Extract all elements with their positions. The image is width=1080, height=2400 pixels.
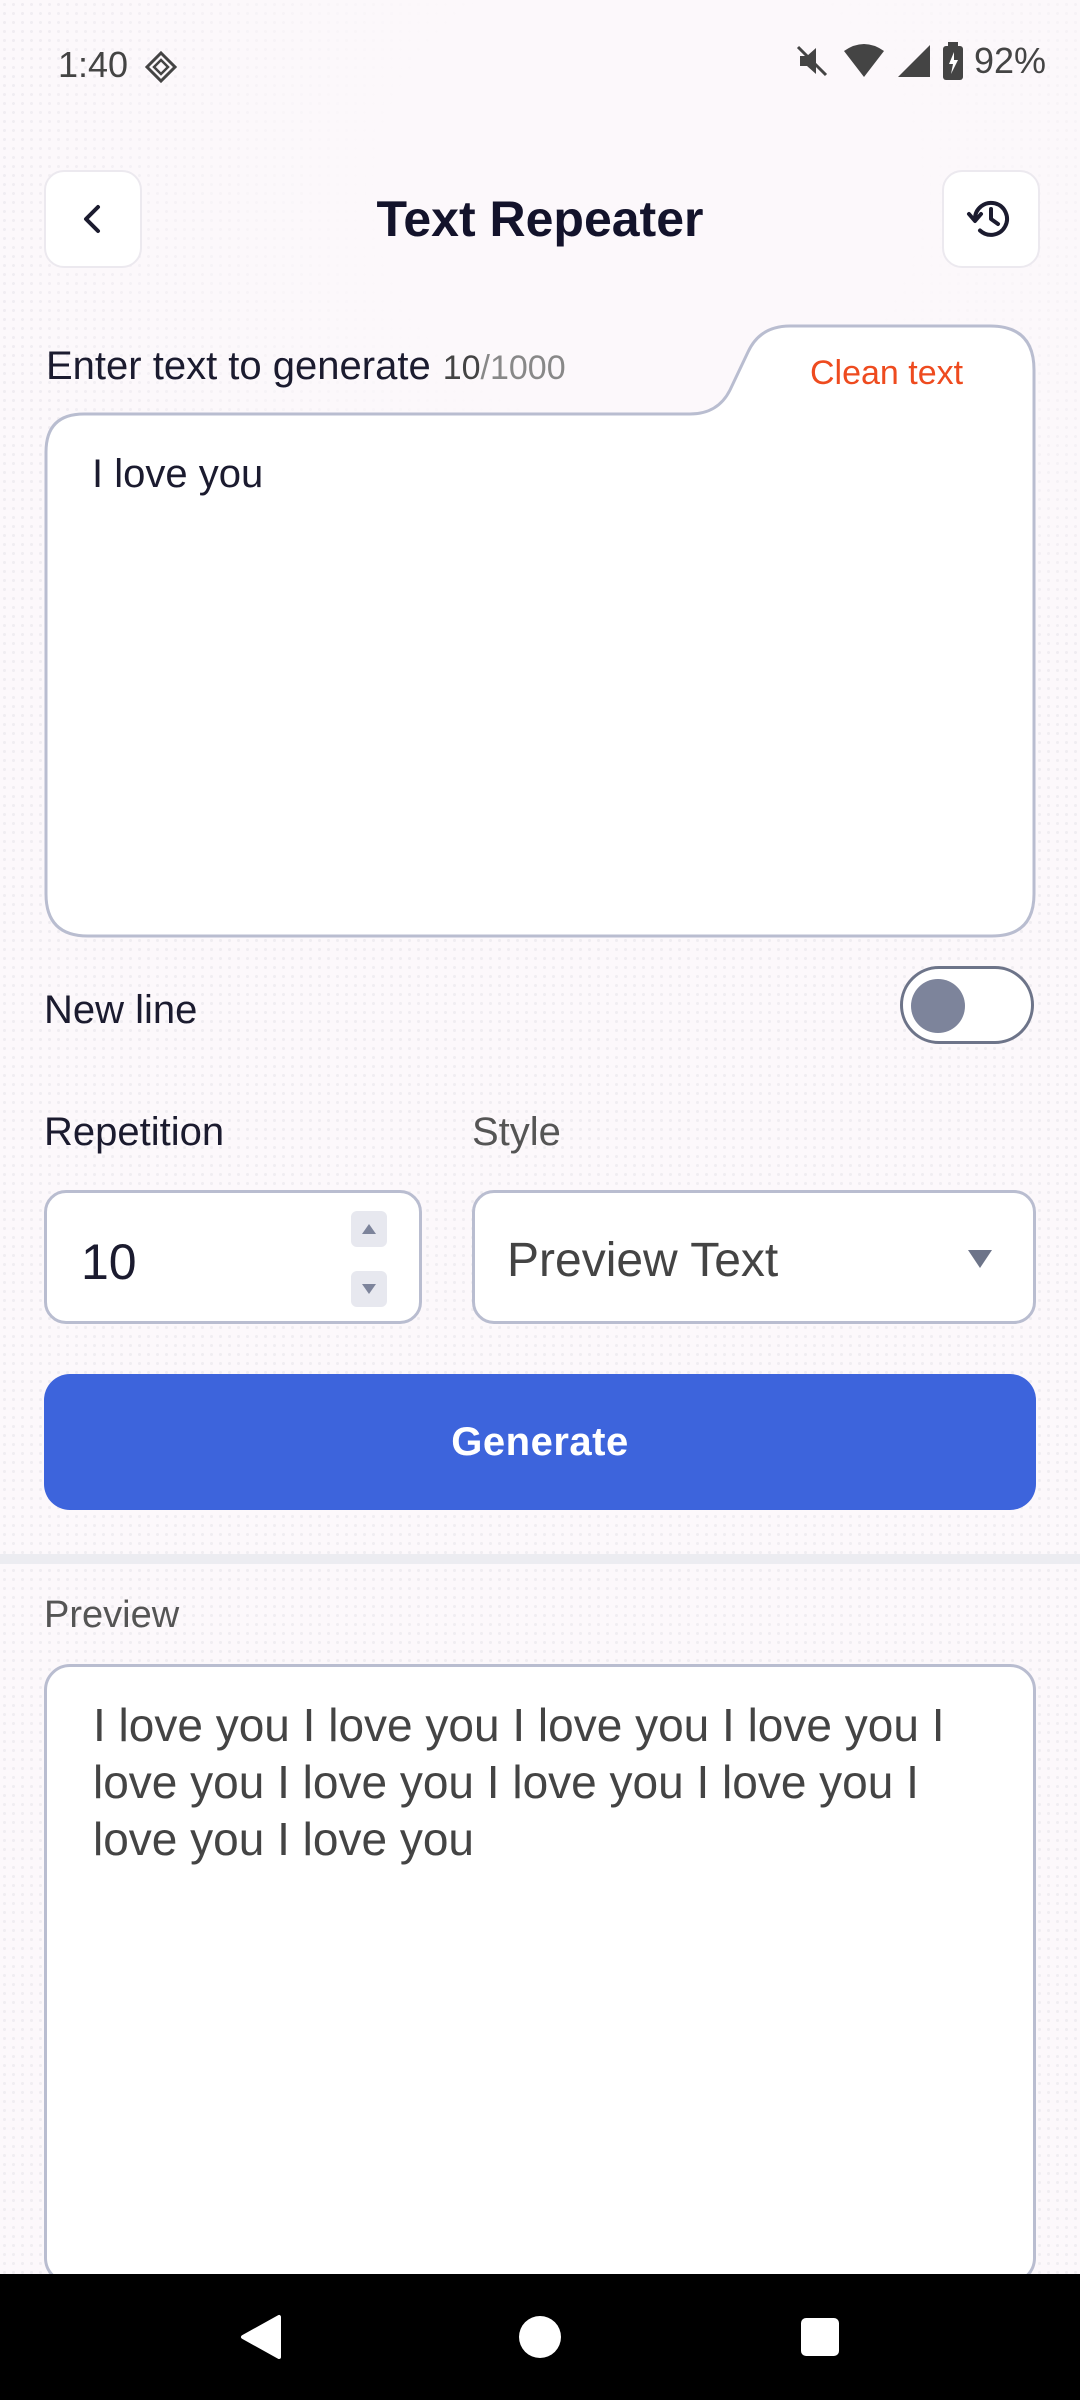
caret-down-icon [362,1284,376,1294]
new-line-toggle[interactable] [900,966,1034,1044]
text-input[interactable]: I love you [92,452,263,497]
system-nav-bar [0,2274,1080,2400]
nav-recents-button[interactable] [760,2274,880,2400]
preview-output[interactable]: I love you I love you I love you I love … [44,1664,1036,2284]
char-count: 10/1000 [442,349,566,387]
caret-up-icon [362,1224,376,1234]
dropdown-arrow-icon [968,1250,992,1268]
style-label: Style [472,1110,561,1154]
style-selected-value: Preview Text [507,1234,779,1287]
preview-text: I love you I love you I love you I love … [93,1699,945,1865]
clean-text-button[interactable]: Clean text [810,354,963,393]
square-recents-icon [801,2318,839,2356]
new-line-label: New line [44,988,198,1032]
triangle-back-icon [241,2315,281,2359]
nav-back-button[interactable] [200,2274,320,2400]
decrement-button[interactable] [351,1271,387,1307]
section-divider [0,1554,1080,1564]
input-label: Enter text to generate 10/1000 [46,344,566,388]
circle-home-icon [519,2316,561,2358]
repetition-label: Repetition [44,1110,225,1154]
generate-button[interactable]: Generate [44,1374,1036,1510]
toggle-knob [911,979,965,1033]
repetition-value[interactable]: 10 [81,1233,137,1291]
repetition-input[interactable]: 10 [44,1190,422,1324]
increment-button[interactable] [351,1211,387,1247]
nav-home-button[interactable] [480,2274,600,2400]
preview-label: Preview [44,1594,180,1636]
style-select[interactable]: Preview Text [472,1190,1036,1324]
